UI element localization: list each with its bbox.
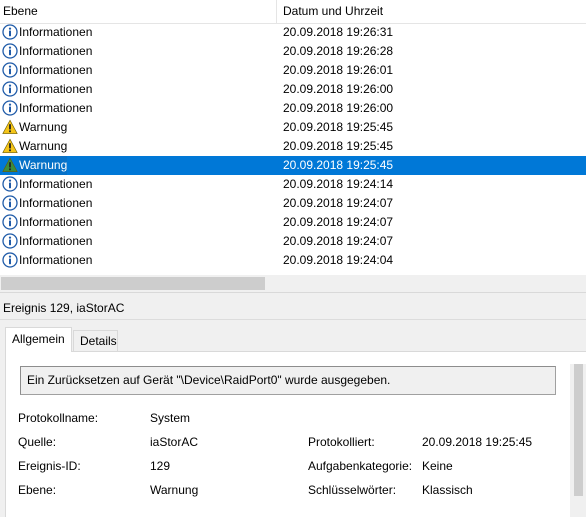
- event-datetime: 20.09.2018 19:25:45: [283, 158, 394, 172]
- event-datetime: 20.09.2018 19:24:07: [283, 234, 394, 248]
- info-icon: [2, 43, 18, 59]
- keywords-value: Klassisch: [422, 483, 473, 497]
- logged-value: 20.09.2018 19:25:45: [422, 435, 533, 449]
- info-icon: [2, 62, 18, 78]
- event-row[interactable]: Warnung 20.09.2018 19:25:45: [0, 137, 586, 156]
- source-label: Quelle:: [18, 435, 57, 449]
- general-tab-panel: Ein Zurücksetzen auf Gerät "\Device\Raid…: [5, 351, 586, 517]
- event-datetime: 20.09.2018 19:26:28: [283, 44, 394, 58]
- event-row[interactable]: Informationen 20.09.2018 19:26:00: [0, 80, 586, 99]
- event-row[interactable]: Informationen 20.09.2018 19:26:00: [0, 99, 586, 118]
- info-icon: [2, 233, 18, 249]
- tab-general[interactable]: Allgemein: [5, 327, 72, 352]
- column-header: Ebene Datum und Uhrzeit: [0, 0, 586, 24]
- level-value: Warnung: [150, 483, 199, 497]
- info-icon: [2, 81, 18, 97]
- info-icon: [2, 195, 18, 211]
- event-level: Informationen: [19, 101, 93, 115]
- event-row[interactable]: Informationen 20.09.2018 19:24:07: [0, 194, 586, 213]
- event-row[interactable]: Informationen 20.09.2018 19:24:07: [0, 213, 586, 232]
- event-datetime: 20.09.2018 19:26:31: [283, 25, 394, 39]
- event-row[interactable]: Warnung 20.09.2018 19:25:45: [0, 118, 586, 137]
- event-datetime: 20.09.2018 19:24:04: [283, 253, 394, 267]
- event-level: Informationen: [19, 44, 93, 58]
- event-level: Informationen: [19, 196, 93, 210]
- event-row[interactable]: Informationen 20.09.2018 19:26:31: [0, 23, 586, 42]
- warning-icon: [2, 138, 18, 154]
- divider: [0, 319, 586, 320]
- scrollbar-thumb[interactable]: [1, 277, 265, 290]
- info-icon: [2, 214, 18, 230]
- column-header-datetime[interactable]: Datum und Uhrzeit: [277, 0, 586, 24]
- event-datetime: 20.09.2018 19:24:07: [283, 215, 394, 229]
- warning-icon: [2, 119, 18, 135]
- event-level: Warnung: [19, 120, 68, 134]
- event-row[interactable]: Informationen 20.09.2018 19:24:14: [0, 175, 586, 194]
- event-detail-pane: Ereignis 129, iaStorAC Allgemein Details…: [0, 296, 586, 517]
- event-level: Warnung: [19, 156, 68, 175]
- event-level: Warnung: [19, 139, 68, 153]
- event-title: Ereignis 129, iaStorAC: [3, 301, 125, 315]
- horizontal-scrollbar[interactable]: [0, 275, 586, 292]
- event-level: Informationen: [19, 82, 93, 96]
- log-name-value: System: [150, 411, 191, 425]
- event-level: Informationen: [19, 63, 93, 77]
- level-label: Ebene:: [18, 483, 57, 497]
- event-level: Informationen: [19, 234, 93, 248]
- event-level: Informationen: [19, 177, 93, 191]
- event-level: Informationen: [19, 253, 93, 267]
- scrollbar-thumb[interactable]: [574, 364, 583, 496]
- event-row[interactable]: Informationen 20.09.2018 19:26:28: [0, 42, 586, 61]
- event-datetime: 20.09.2018 19:24:14: [283, 177, 394, 191]
- event-level: Informationen: [19, 25, 93, 39]
- event-row[interactable]: Informationen 20.09.2018 19:26:01: [0, 61, 586, 80]
- event-row[interactable]: Informationen 20.09.2018 19:24:07: [0, 232, 586, 251]
- event-level: Informationen: [19, 215, 93, 229]
- keywords-label: Schlüsselwörter:: [308, 483, 397, 497]
- event-row[interactable]: Warnung 20.09.2018 19:25:45: [0, 156, 586, 175]
- event-datetime: 20.09.2018 19:25:45: [283, 120, 394, 134]
- info-icon: [2, 176, 18, 192]
- event-message: Ein Zurücksetzen auf Gerät "\Device\Raid…: [27, 373, 391, 387]
- vertical-scrollbar[interactable]: [570, 364, 586, 517]
- event-datetime: 20.09.2018 19:26:00: [283, 101, 394, 115]
- event-row[interactable]: Informationen 20.09.2018 19:24:04: [0, 251, 586, 270]
- task-category-label: Aufgabenkategorie:: [308, 459, 413, 473]
- source-value: iaStorAC: [150, 435, 199, 449]
- tab-details[interactable]: Details: [73, 330, 118, 352]
- warning-icon: [2, 157, 18, 173]
- info-icon: [2, 252, 18, 268]
- event-id-value: 129: [150, 459, 171, 473]
- event-rows: Informationen 20.09.2018 19:26:31 Informat…: [0, 23, 586, 275]
- event-datetime: 20.09.2018 19:25:45: [283, 139, 394, 153]
- event-datetime: 20.09.2018 19:24:07: [283, 196, 394, 210]
- info-icon: [2, 24, 18, 40]
- event-datetime: 20.09.2018 19:26:00: [283, 82, 394, 96]
- log-name-label: Protokollname:: [18, 411, 99, 425]
- event-message-box[interactable]: Ein Zurücksetzen auf Gerät "\Device\Raid…: [20, 366, 556, 395]
- logged-label: Protokolliert:: [308, 435, 375, 449]
- info-icon: [2, 100, 18, 116]
- event-id-label: Ereignis-ID:: [18, 459, 81, 473]
- task-category-value: Keine: [422, 459, 453, 473]
- event-datetime: 20.09.2018 19:26:01: [283, 63, 394, 77]
- column-header-level[interactable]: Ebene: [0, 0, 276, 24]
- event-list: Ebene Datum und Uhrzeit Informationen 20.…: [0, 0, 586, 292]
